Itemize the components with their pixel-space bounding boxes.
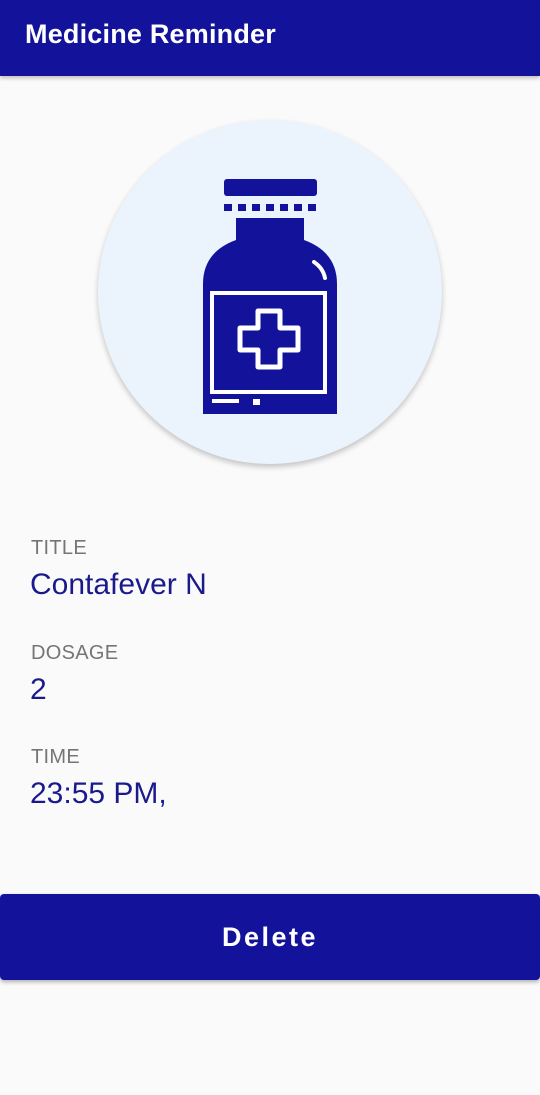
app-bar: Medicine Reminder [0,0,540,76]
title-value: Contafever N [30,568,207,601]
delete-button[interactable]: Delete [0,894,540,980]
dosage-label: DOSAGE [31,642,119,664]
app-title: Medicine Reminder [25,19,276,49]
medicine-bottle-icon [203,179,337,414]
time-value: 23:55 PM, [30,777,167,810]
time-label: TIME [31,746,80,768]
dosage-value: 2 [30,673,47,706]
title-label: TITLE [31,537,87,559]
